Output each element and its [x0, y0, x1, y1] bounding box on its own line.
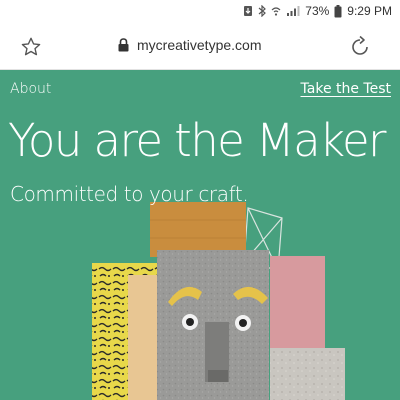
status-icons: 73% 9:29 PM [243, 4, 392, 18]
page-subtitle: Committed to your craft. [10, 182, 249, 206]
battery-percent: 73% [305, 4, 330, 18]
bluetooth-icon [258, 5, 267, 17]
url-text[interactable]: mycreativetype.com [137, 37, 261, 53]
signal-icon [287, 6, 300, 16]
page-title: You are the Maker [8, 114, 387, 167]
page-content: About Take the Test You are the Maker Co… [0, 70, 400, 400]
nav-about-link[interactable]: About [10, 81, 51, 97]
star-icon[interactable] [20, 36, 42, 58]
clock: 9:29 PM [347, 4, 392, 18]
browser-toolbar: mycreativetype.com [0, 24, 400, 70]
take-the-test-link[interactable]: Take the Test [301, 81, 391, 97]
wifi-icon [271, 7, 281, 16]
battery-icon [334, 4, 342, 17]
lock-icon [118, 38, 129, 52]
download-icon [244, 6, 253, 16]
status-bar: 73% 9:29 PM [0, 0, 400, 24]
reload-icon[interactable] [348, 35, 372, 59]
address-bar[interactable]: mycreativetype.com [118, 37, 261, 53]
